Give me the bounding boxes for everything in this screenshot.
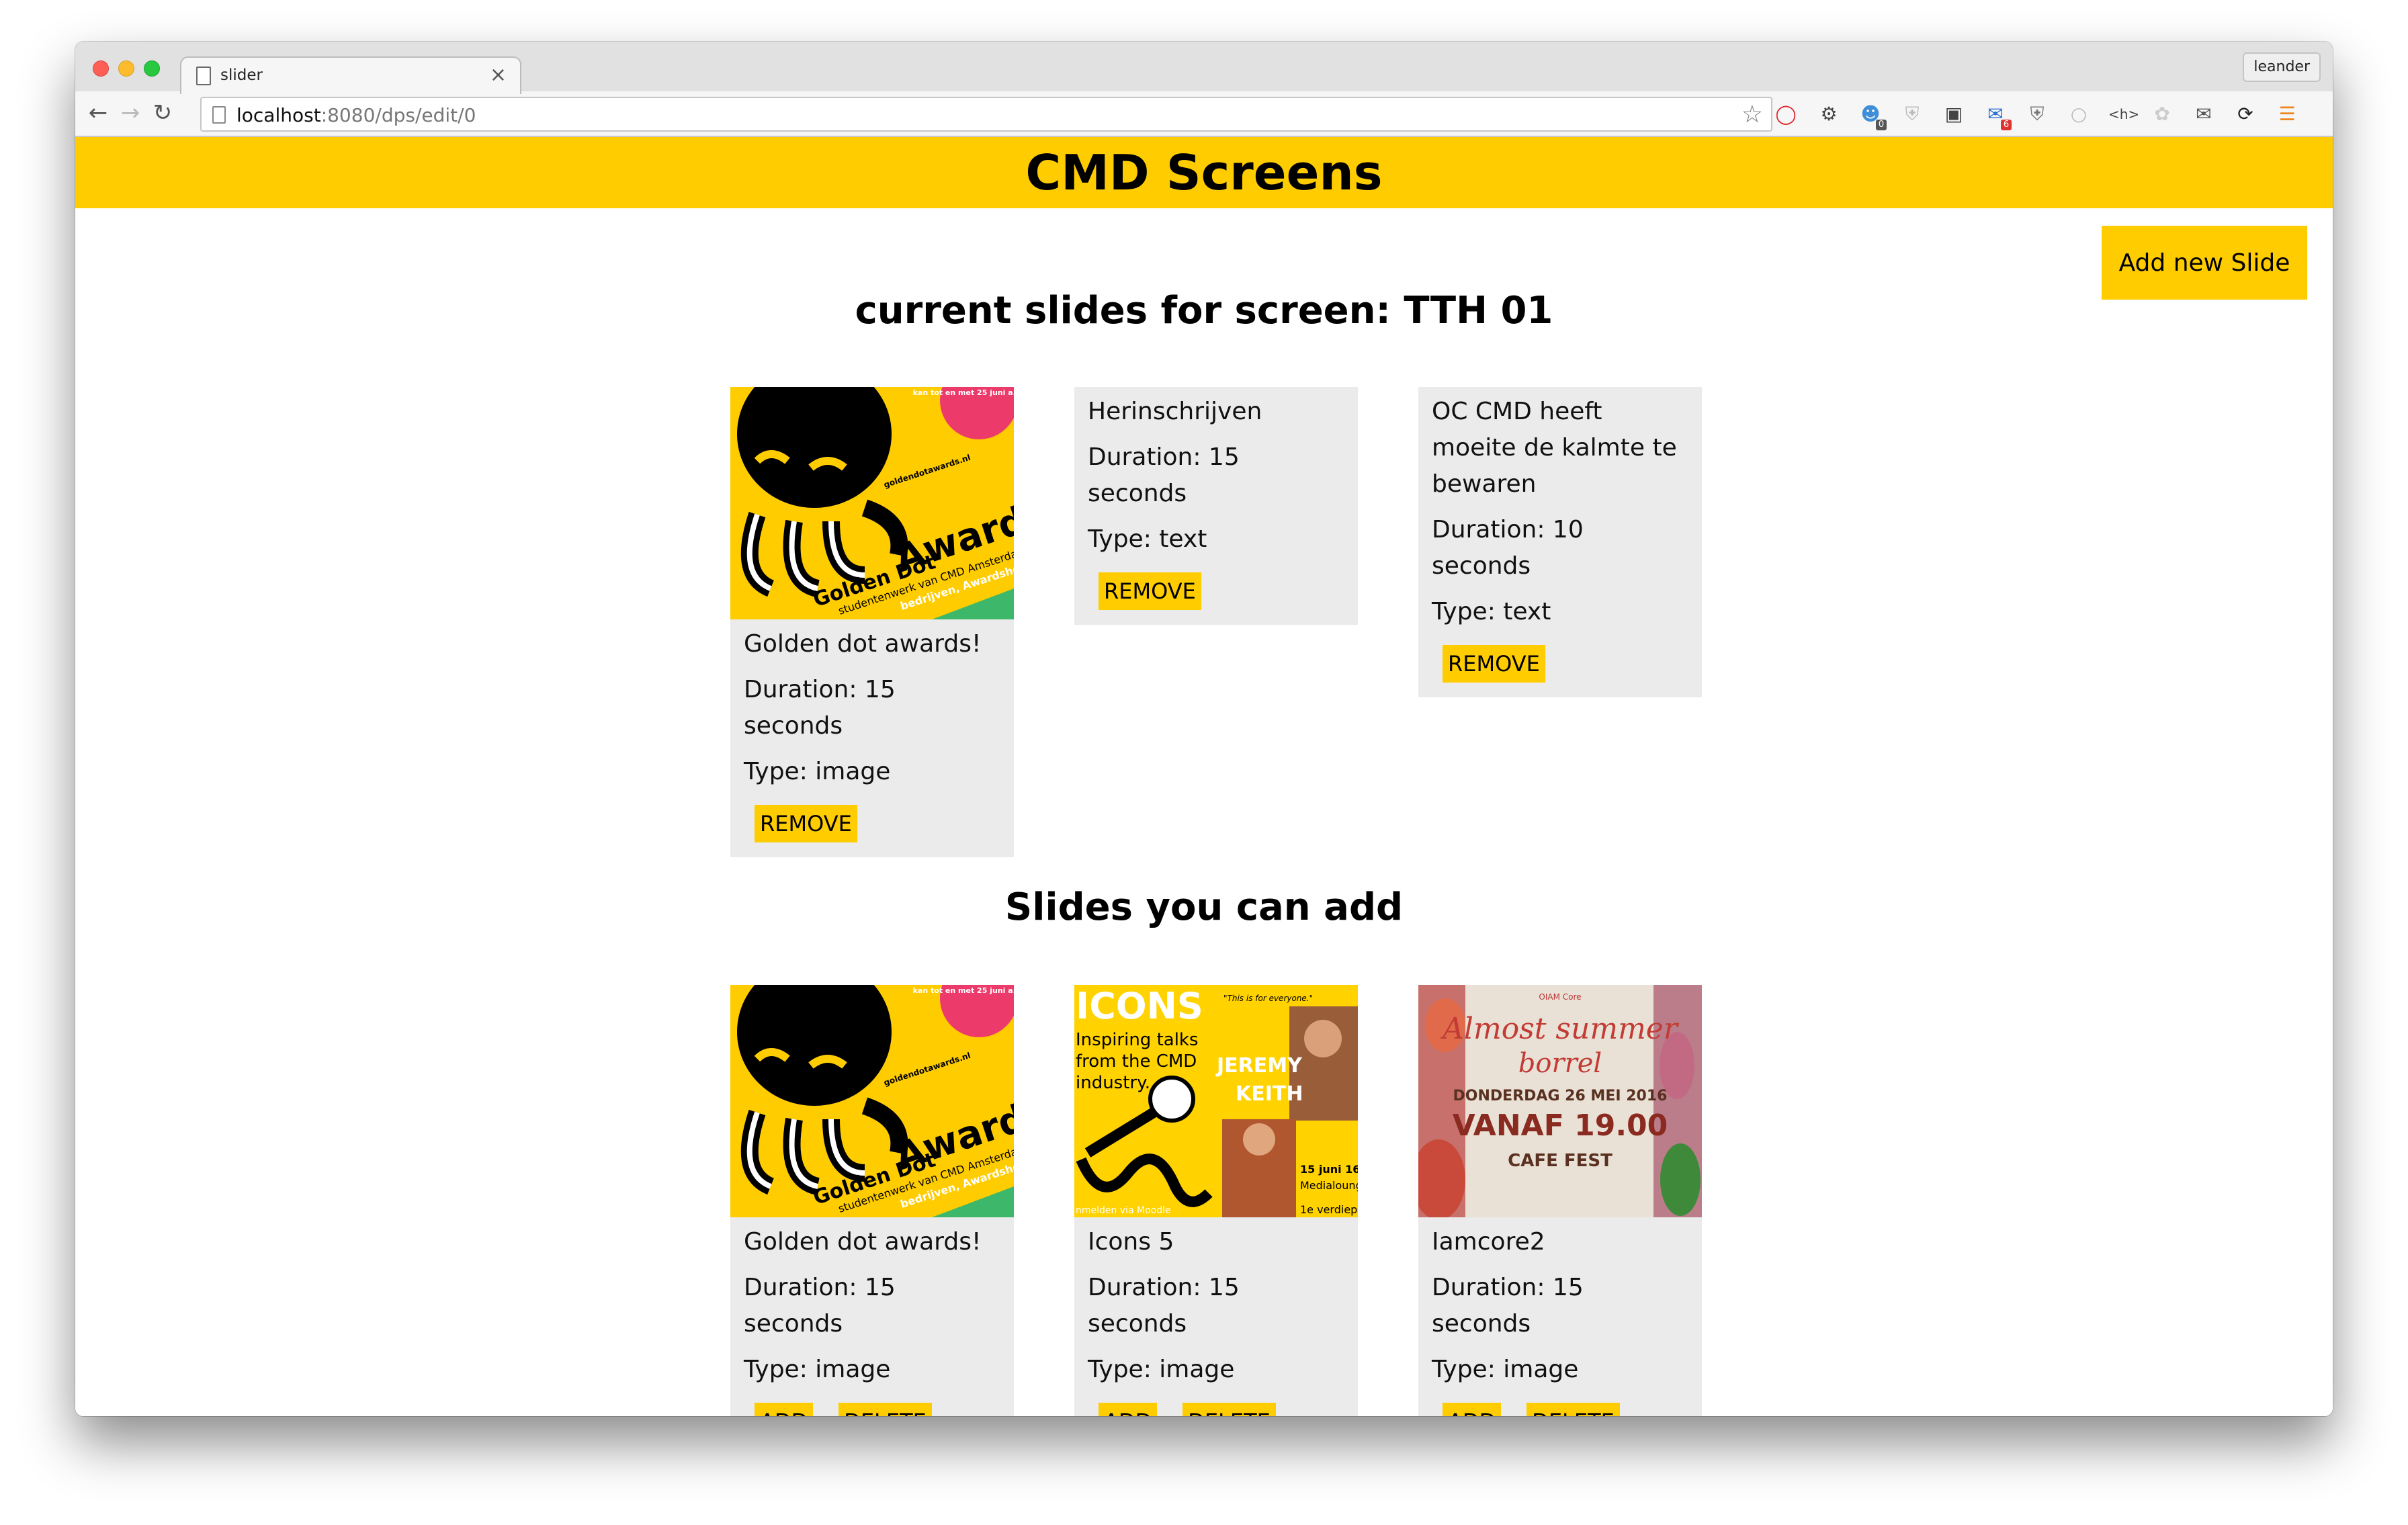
remove-button[interactable]: REMOVE — [1443, 645, 1545, 683]
svg-text:from the CMD: from the CMD — [1076, 1051, 1197, 1072]
add-button[interactable]: ADD — [1443, 1403, 1502, 1416]
slide-card: OIAM Core Almost summer borrel DONDERDAG… — [1418, 985, 1702, 1416]
icons-poster-image: ICONS Inspiring talks from the CMD indus… — [1074, 985, 1358, 1217]
slide-card: Herinschrijven Duration: 15 seconds Type… — [1074, 387, 1358, 625]
svg-text:VANAF 19.00: VANAF 19.00 — [1453, 1108, 1668, 1143]
ublock-icon[interactable]: ⛨ — [2025, 102, 2049, 126]
svg-text:kan tot en met 25 juni a.s!: kan tot en met 25 juni a.s! — [913, 986, 1014, 995]
remove-button[interactable]: REMOVE — [755, 805, 857, 842]
envelope-icon[interactable]: ✉ — [2192, 102, 2216, 126]
page-icon — [212, 106, 226, 124]
delete-button[interactable]: DELETE — [838, 1403, 932, 1416]
browser-toolbar: ← → ↻ localhost:8080/dps/edit/0 ☆ ◯ ⚙ ☻ 0… — [75, 91, 2333, 137]
page-icon — [196, 67, 211, 85]
slide-title: Golden dot awards! — [744, 630, 982, 658]
gear-icon[interactable]: ⚙ — [1817, 102, 1841, 126]
svg-text:Medialoung: Medialoung — [1300, 1179, 1358, 1192]
add-button[interactable]: ADD — [755, 1403, 814, 1416]
tab-title: slider — [220, 67, 263, 84]
html-icon[interactable]: <h> — [2108, 102, 2139, 126]
slide-title: OC CMD heeft moeite de kalmte te bewaren — [1432, 398, 1677, 498]
slide-duration: Duration: 15 seconds — [744, 676, 896, 740]
golden-dot-awards-image: kan tot en met 25 juni a.s! goldendotawa… — [730, 985, 1014, 1217]
idk-icon[interactable]: ○ — [2067, 102, 2091, 126]
slide-duration: Duration: 15 seconds — [1432, 1274, 1584, 1338]
current-slides-heading: current slides for screen: TTH 01 — [855, 289, 1553, 333]
browser-window: slider × leander ← → ↻ localhost:8080/dp… — [75, 42, 2333, 1416]
url-text[interactable]: localhost:8080/dps/edit/0 — [236, 104, 476, 126]
shield-icon[interactable]: ⛨ — [1900, 102, 1924, 126]
slide-duration: Duration: 10 seconds — [1432, 516, 1584, 580]
page-viewport: CMD Screens Add new Slide current slides… — [75, 137, 2333, 1416]
reload-icon[interactable]: ↻ — [148, 98, 177, 128]
tab-slider[interactable]: slider × — [180, 56, 521, 94]
menu-icon[interactable]: ☰ — [2275, 102, 2299, 126]
slide-thumbnail: kan tot en met 25 juni a.s! goldendotawa… — [730, 985, 1014, 1217]
svg-text:OIAM Core: OIAM Core — [1539, 992, 1581, 1002]
svg-text:kan tot en met 25 juni a.s!: kan tot en met 25 juni a.s! — [913, 388, 1014, 397]
available-slides-heading: Slides you can add — [1004, 885, 1404, 929]
slide-title: Golden dot awards! — [744, 1228, 982, 1256]
svg-text:JEREMY: JEREMY — [1215, 1054, 1303, 1078]
minimize-window-button[interactable] — [118, 60, 134, 77]
current-slides-list: kan tot en met 25 juni a.s! goldendotawa… — [730, 387, 1702, 857]
svg-text:DONDERDAG 26 MEI 2016: DONDERDAG 26 MEI 2016 — [1453, 1088, 1668, 1104]
available-slides-list: kan tot en met 25 juni a.s! goldendotawa… — [730, 985, 1702, 1416]
slide-type: Type: image — [744, 1356, 891, 1383]
slide-thumbnail: kan tot en met 25 juni a.s! goldendotawa… — [730, 387, 1014, 619]
slide-type: Type: text — [1088, 525, 1207, 553]
delete-button[interactable]: DELETE — [1182, 1403, 1276, 1416]
app-title: CMD Screens — [1025, 144, 1383, 201]
svg-text:borrel: borrel — [1518, 1048, 1602, 1079]
tab-close-icon[interactable]: × — [490, 63, 507, 87]
svg-text:"This is for everyone.": "This is for everyone." — [1223, 994, 1313, 1003]
summer-borrel-image: OIAM Core Almost summer borrel DONDERDAG… — [1418, 985, 1702, 1217]
ghostery-icon[interactable]: ☻ 0 — [1858, 102, 1887, 130]
slide-type: Type: image — [744, 758, 891, 785]
slide-title: Herinschrijven — [1088, 398, 1262, 425]
tab-strip: slider × leander — [75, 42, 2333, 94]
svg-text:nmelden via Moodle: nmelden via Moodle — [1076, 1205, 1171, 1216]
svg-text:1e verdiepin: 1e verdiepin — [1300, 1203, 1358, 1216]
slide-type: Type: image — [1432, 1356, 1579, 1383]
zoom-window-button[interactable] — [144, 60, 160, 77]
forward-icon[interactable]: → — [116, 98, 145, 128]
slide-duration: Duration: 15 seconds — [1088, 1274, 1240, 1338]
address-bar[interactable]: localhost:8080/dps/edit/0 ☆ — [200, 97, 1772, 132]
svg-text:Almost summer: Almost summer — [1440, 1012, 1680, 1046]
sync-icon[interactable]: ⟳ — [2233, 102, 2258, 126]
bookmark-star-icon[interactable]: ☆ — [1742, 101, 1763, 128]
slide-duration: Duration: 15 seconds — [1088, 443, 1240, 507]
delete-button[interactable]: DELETE — [1526, 1403, 1620, 1416]
svg-text:15 juni 16:0: 15 juni 16:0 — [1300, 1163, 1358, 1176]
slide-thumbnail: OIAM Core Almost summer borrel DONDERDAG… — [1418, 985, 1702, 1217]
slide-title: Iamcore2 — [1432, 1228, 1545, 1256]
remove-button[interactable]: REMOVE — [1099, 572, 1201, 610]
mail-icon[interactable]: ✉ 6 — [1983, 102, 2012, 130]
opera-icon[interactable]: ◯ — [1774, 102, 1798, 126]
svg-text:Inspiring talks: Inspiring talks — [1076, 1030, 1199, 1050]
profile-button[interactable]: leander — [2243, 52, 2321, 82]
app-header: CMD Screens — [75, 137, 2333, 208]
slide-type: Type: image — [1088, 1356, 1235, 1383]
svg-text:CAFE FEST: CAFE FEST — [1508, 1151, 1612, 1171]
slide-card: OC CMD heeft moeite de kalmte te bewaren… — [1418, 387, 1702, 697]
svg-text:industry.: industry. — [1076, 1073, 1150, 1093]
ghost-icon[interactable]: ▣ — [1942, 102, 1966, 126]
react-icon[interactable]: ✿ — [2150, 102, 2174, 126]
svg-text:KEITH: KEITH — [1236, 1082, 1303, 1106]
slide-type: Type: text — [1432, 598, 1551, 625]
slide-thumbnail: ICONS Inspiring talks from the CMD indus… — [1074, 985, 1358, 1217]
svg-text:ICONS: ICONS — [1076, 985, 1203, 1027]
slide-duration: Duration: 15 seconds — [744, 1274, 896, 1338]
add-button[interactable]: ADD — [1099, 1403, 1158, 1416]
slide-card: ICONS Inspiring talks from the CMD indus… — [1074, 985, 1358, 1416]
slide-card: kan tot en met 25 juni a.s! goldendotawa… — [730, 387, 1014, 857]
slide-title: Icons 5 — [1088, 1228, 1174, 1256]
slide-card: kan tot en met 25 juni a.s! goldendotawa… — [730, 985, 1014, 1416]
back-icon[interactable]: ← — [83, 98, 113, 128]
close-window-button[interactable] — [93, 60, 109, 77]
golden-dot-awards-image: kan tot en met 25 juni a.s! goldendotawa… — [730, 387, 1014, 619]
